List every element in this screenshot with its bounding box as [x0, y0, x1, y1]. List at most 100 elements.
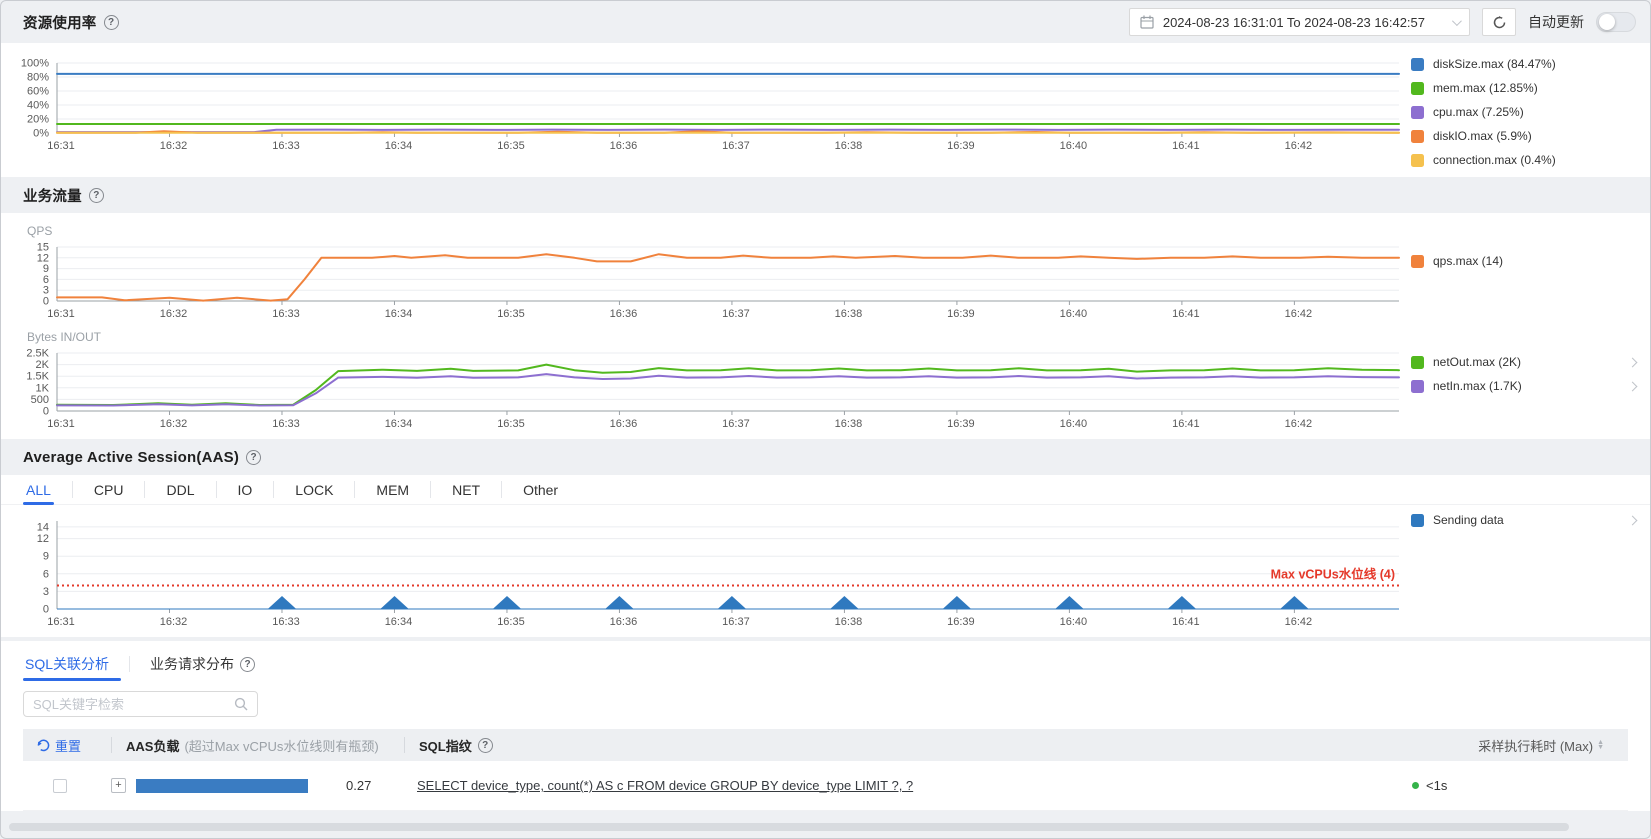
- legend-swatch: [1411, 153, 1424, 167]
- refresh-button[interactable]: [1482, 8, 1516, 36]
- legend-swatch: [1411, 81, 1424, 95]
- legend-item[interactable]: netOut.max (2K): [1411, 355, 1650, 369]
- sql-search-box: [23, 691, 258, 717]
- svg-text:15: 15: [37, 242, 49, 254]
- svg-text:16:41: 16:41: [1172, 418, 1200, 430]
- svg-text:16:31: 16:31: [47, 418, 75, 430]
- aas-tab-cpu[interactable]: CPU: [73, 481, 146, 498]
- svg-text:16:32: 16:32: [160, 308, 188, 320]
- aas-tab-ddl[interactable]: DDL: [145, 481, 217, 498]
- svg-text:6: 6: [43, 274, 49, 286]
- aas-tab-mem[interactable]: MEM: [355, 481, 432, 498]
- svg-text:40%: 40%: [27, 100, 49, 112]
- svg-text:16:35: 16:35: [497, 308, 525, 320]
- row-expander[interactable]: +: [111, 778, 126, 793]
- date-range-picker[interactable]: 2024-08-23 16:31:01 To 2024-08-23 16:42:…: [1128, 8, 1470, 36]
- svg-text:16:33: 16:33: [272, 308, 300, 320]
- aas-tab-bar: ALL CPU DDL IO LOCK MEM NET Other: [1, 475, 1650, 505]
- aas-tab-other[interactable]: Other: [502, 481, 579, 498]
- svg-text:80%: 80%: [27, 72, 49, 84]
- legend-item[interactable]: diskIO.max (5.9%): [1411, 129, 1650, 143]
- svg-text:16:36: 16:36: [610, 418, 638, 430]
- qps-legend: qps.max (14): [1411, 217, 1650, 323]
- sql-search-input[interactable]: [33, 696, 228, 712]
- svg-text:16:32: 16:32: [160, 140, 188, 152]
- bytes-chart[interactable]: Bytes IN/OUT 0 500 1K 1.5K 2K 2.5K 16:31 16:32 16…: [1, 323, 1411, 439]
- chevron-right-icon[interactable]: [1627, 381, 1638, 391]
- legend-item[interactable]: netIn.max (1.7K): [1411, 379, 1650, 393]
- row-checkbox[interactable]: [53, 778, 67, 793]
- resource-usage-title: 资源使用率: [23, 15, 97, 32]
- svg-text:20%: 20%: [27, 114, 49, 126]
- help-icon[interactable]: [477, 737, 493, 753]
- aas-tab-io[interactable]: IO: [217, 481, 275, 498]
- svg-text:0%: 0%: [33, 128, 49, 140]
- tab-request-distribution[interactable]: 业务请求分布: [130, 647, 275, 681]
- svg-text:Bytes IN/OUT: Bytes IN/OUT: [27, 330, 102, 344]
- svg-text:16:41: 16:41: [1172, 308, 1200, 320]
- column-sample-duration: 采样执行耗时 (Max) ▲ ▼: [1478, 738, 1604, 754]
- auto-update-label: 自动更新: [1528, 14, 1584, 30]
- traffic-card: QPS 0 3 6 9 12 15 16:31 16:32 16:33 16:34 16:35 16:3…: [1, 213, 1650, 439]
- table-row: + 0.27 SELECT device_type, count(*) AS c…: [23, 761, 1628, 811]
- svg-text:16:42: 16:42: [1285, 418, 1313, 430]
- svg-text:0: 0: [43, 296, 49, 308]
- sql-fingerprint-link[interactable]: SELECT device_type, count(*) AS c FROM d…: [417, 778, 913, 793]
- svg-text:16:41: 16:41: [1172, 140, 1200, 152]
- svg-text:16:38: 16:38: [835, 418, 863, 430]
- aas-tab-net[interactable]: NET: [431, 481, 503, 498]
- resource-usage-chart[interactable]: 0% 20% 40% 60% 80% 100% 16:31 16:32 16:33 16:34 16…: [1, 43, 1411, 165]
- qps-chart[interactable]: QPS 0 3 6 9 12 15 16:31 16:32 16:33 16:34 16:35 16:3…: [1, 217, 1411, 323]
- chevron-right-icon[interactable]: [1627, 515, 1638, 525]
- aas-tab-lock[interactable]: LOCK: [274, 481, 356, 498]
- help-icon[interactable]: [88, 187, 104, 203]
- legend-item[interactable]: mem.max (12.85%): [1411, 81, 1650, 95]
- search-icon[interactable]: [234, 697, 248, 711]
- svg-text:16:40: 16:40: [1060, 418, 1088, 430]
- legend-item[interactable]: qps.max (14): [1411, 254, 1650, 268]
- auto-update-toggle[interactable]: [1596, 12, 1636, 32]
- legend-swatch: [1411, 57, 1424, 71]
- legend-label: mem.max (12.85%): [1433, 81, 1538, 95]
- bytes-legend: netOut.max (2K) netIn.max (1.7K): [1411, 323, 1650, 439]
- legend-item[interactable]: cpu.max (7.25%): [1411, 105, 1650, 119]
- legend-label: connection.max (0.4%): [1433, 153, 1556, 167]
- aas-chart[interactable]: 0 3 6 9 12 14 16:31 16:32 16:33 16:34 16:35 16:36 16…: [1, 505, 1411, 637]
- help-icon[interactable]: [246, 449, 262, 465]
- legend-label: netIn.max (1.7K): [1433, 379, 1522, 393]
- resource-usage-header: 资源使用率 2024-08-23 16:31:01 To 2024-08-23 …: [1, 1, 1650, 43]
- toggle-knob: [1599, 14, 1615, 30]
- date-range-text: 2024-08-23 16:31:01 To 2024-08-23 16:42:…: [1162, 14, 1425, 30]
- svg-text:16:38: 16:38: [835, 140, 863, 152]
- svg-text:16:37: 16:37: [722, 308, 750, 320]
- tab-sql-analysis[interactable]: SQL关联分析: [23, 647, 129, 681]
- legend-item[interactable]: Sending data: [1411, 513, 1650, 527]
- aas-card: ALL CPU DDL IO LOCK MEM NET Other 0 3 6 9 12 14 16:31…: [1, 475, 1650, 637]
- legend-swatch: [1411, 355, 1424, 369]
- column-aas-load: AAS负载 (超过Max vCPUs水位线则有瓶颈): [126, 738, 379, 754]
- reset-button[interactable]: 重置: [23, 736, 111, 755]
- traffic-title: 业务流量: [23, 188, 82, 205]
- legend-item[interactable]: diskSize.max (84.47%): [1411, 57, 1650, 71]
- svg-text:16:42: 16:42: [1285, 308, 1313, 320]
- legend-label: cpu.max (7.25%): [1433, 105, 1524, 119]
- svg-text:16:35: 16:35: [497, 140, 525, 152]
- svg-text:12: 12: [37, 533, 49, 545]
- horizontal-scrollbar[interactable]: [9, 823, 1569, 831]
- svg-text:16:31: 16:31: [47, 308, 75, 320]
- legend-item[interactable]: connection.max (0.4%): [1411, 153, 1650, 167]
- svg-text:16:35: 16:35: [497, 418, 525, 430]
- sort-icon[interactable]: ▲ ▼: [1597, 739, 1604, 751]
- svg-text:16:34: 16:34: [385, 616, 413, 628]
- legend-swatch: [1411, 105, 1424, 119]
- svg-text:0: 0: [43, 406, 49, 418]
- chevron-right-icon[interactable]: [1627, 357, 1638, 367]
- svg-text:1.5K: 1.5K: [26, 371, 49, 383]
- sql-tab-bar: SQL关联分析 业务请求分布: [23, 647, 1628, 681]
- svg-text:16:39: 16:39: [947, 140, 975, 152]
- help-icon[interactable]: [103, 14, 119, 30]
- help-icon[interactable]: [240, 656, 256, 672]
- legend-label: diskSize.max (84.47%): [1433, 57, 1556, 71]
- svg-text:16:36: 16:36: [610, 140, 638, 152]
- aas-tab-all[interactable]: ALL: [5, 481, 73, 505]
